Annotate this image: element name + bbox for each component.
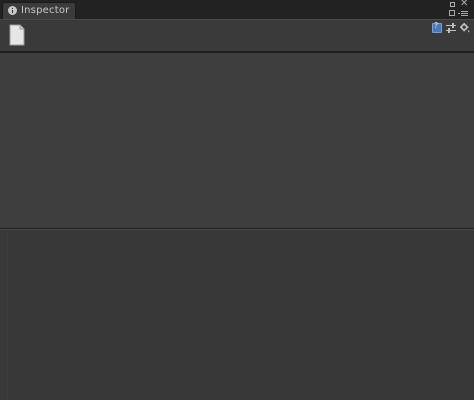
preview-edge bbox=[7, 232, 8, 400]
tab-inspector-label: Inspector bbox=[21, 5, 70, 16]
lock-icon[interactable] bbox=[449, 10, 455, 16]
close-icon[interactable]: ✕ bbox=[460, 0, 468, 9]
inspector-content bbox=[0, 53, 474, 228]
inspector-header bbox=[0, 19, 474, 52]
restore-icon[interactable] bbox=[450, 2, 455, 7]
info-icon bbox=[8, 6, 17, 15]
gear-icon[interactable] bbox=[460, 23, 470, 33]
document-icon bbox=[9, 24, 25, 46]
tab-bar: Inspector ✕ bbox=[0, 0, 474, 19]
window-controls: ✕ bbox=[448, 0, 470, 19]
help-icon[interactable] bbox=[432, 21, 442, 33]
inspector-window: Inspector ✕ bbox=[0, 0, 474, 400]
tab-inspector[interactable]: Inspector bbox=[2, 2, 76, 19]
presets-icon[interactable] bbox=[446, 23, 456, 33]
menu-icon[interactable] bbox=[458, 11, 468, 17]
preview-area bbox=[0, 230, 474, 400]
